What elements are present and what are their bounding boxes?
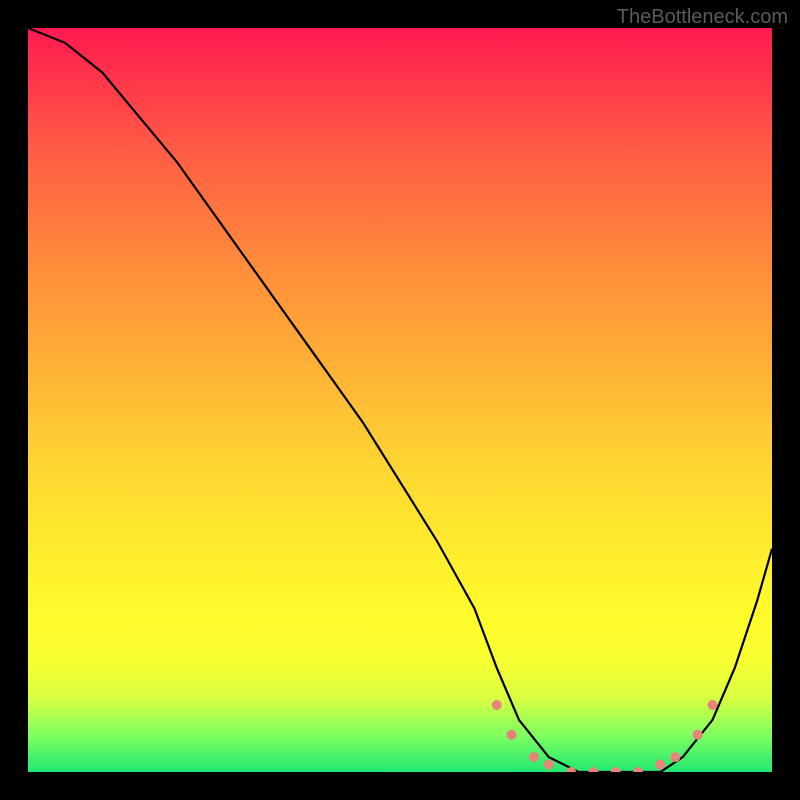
watermark-text: TheBottleneck.com [617,6,788,29]
bottleneck-curve-line [28,28,772,772]
marker-dot [566,767,576,772]
marker-dot [529,752,539,762]
curve-svg [28,28,772,772]
marker-dot [693,730,703,740]
marker-dot [655,760,665,770]
marker-dot [611,767,621,772]
marker-dot [544,760,554,770]
marker-dot [670,752,680,762]
optimal-range-markers [492,700,718,772]
marker-dot [492,700,502,710]
marker-dot [588,767,598,772]
marker-dot [708,700,718,710]
chart-plot-area [28,28,772,772]
marker-dot [507,730,517,740]
marker-dot [633,767,643,772]
